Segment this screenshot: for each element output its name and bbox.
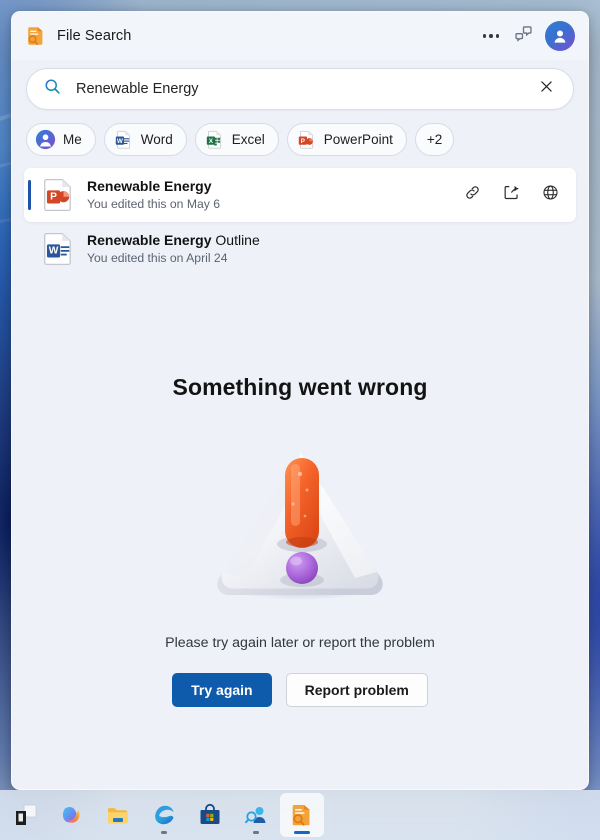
active-indicator xyxy=(294,831,310,834)
filter-chip-label: Me xyxy=(63,132,82,147)
feedback-button[interactable] xyxy=(507,21,539,51)
error-description: Please try again later or report the pro… xyxy=(165,635,435,651)
result-text: Renewable Energy You edited this on May … xyxy=(87,177,461,214)
svg-text:P: P xyxy=(301,138,305,145)
filter-chip-label: +2 xyxy=(426,132,443,147)
share-icon xyxy=(502,183,521,207)
result-actions xyxy=(461,184,564,206)
taskbar-item-copilot[interactable] xyxy=(50,793,94,837)
result-title-match: Renewable Energy xyxy=(87,177,212,194)
taskbar-item-file-search[interactable] xyxy=(280,793,324,837)
result-title: Renewable Energy xyxy=(87,177,461,195)
search-input[interactable] xyxy=(76,81,533,97)
svg-text:W: W xyxy=(49,246,59,257)
running-indicator xyxy=(161,831,167,834)
share-button[interactable] xyxy=(500,184,522,206)
filter-chip-row: Me W Word X Excel P PowerPoint +2 xyxy=(12,110,588,166)
file-search-app-icon xyxy=(289,802,315,828)
warning-triangle-3d-illustration xyxy=(205,438,395,603)
search-box[interactable] xyxy=(26,68,574,110)
powerpoint-file-icon: P xyxy=(43,178,73,212)
close-x-icon xyxy=(538,78,555,100)
taskbar-item-file-explorer[interactable] xyxy=(96,793,140,837)
filter-chip-label: Word xyxy=(140,132,173,147)
taskbar-item-start[interactable] xyxy=(4,793,48,837)
error-actions: Try again Report problem xyxy=(172,673,428,707)
filter-chip-me[interactable]: Me xyxy=(26,123,96,156)
result-text: Renewable Energy Outline You edited this… xyxy=(87,231,561,268)
filter-chip-excel[interactable]: X Excel xyxy=(194,123,279,156)
person-avatar-icon xyxy=(35,129,56,150)
file-search-window: File Search Renewable Energy Me W Word X… xyxy=(11,11,589,790)
chat-bubbles-icon xyxy=(513,23,534,49)
table-row[interactable]: P Renewable Energy You edited this on Ma… xyxy=(24,168,576,222)
search-icon xyxy=(43,77,62,101)
table-row[interactable]: W Renewable Energy Outline You edited th… xyxy=(24,222,576,276)
title-bar: File Search xyxy=(12,12,588,60)
copilot-icon xyxy=(59,802,85,828)
more-options-button[interactable] xyxy=(475,21,507,51)
taskbar-item-edge[interactable] xyxy=(142,793,186,837)
svg-text:P: P xyxy=(50,192,57,203)
result-subtitle: You edited this on May 6 xyxy=(87,196,221,211)
open-in-web-button[interactable] xyxy=(539,184,561,206)
filter-chip-label: PowerPoint xyxy=(323,132,393,147)
running-indicator xyxy=(253,831,259,834)
filter-chip-label: Excel xyxy=(231,132,265,147)
windows-start-icon xyxy=(13,802,39,828)
link-icon xyxy=(463,183,482,207)
result-title: Renewable Energy Outline xyxy=(87,231,561,249)
copy-link-button[interactable] xyxy=(461,184,483,206)
error-title: Something went wrong xyxy=(172,374,428,400)
powerpoint-presentation-icon: P xyxy=(296,129,317,150)
error-pane: Something went wrong Please try again la… xyxy=(12,276,588,789)
globe-icon xyxy=(541,183,560,207)
report-problem-button[interactable]: Report problem xyxy=(285,673,428,707)
filter-chip-more[interactable]: +2 xyxy=(414,123,455,156)
desktop: File Search Renewable Energy Me W Word X… xyxy=(0,0,600,840)
person-avatar-icon xyxy=(554,30,566,43)
app-title: File Search xyxy=(57,28,132,44)
file-search-app-icon xyxy=(25,25,47,47)
excel-spreadsheet-icon: X xyxy=(204,129,225,150)
taskbar-item-people-search[interactable] xyxy=(234,793,278,837)
word-document-icon: W xyxy=(113,129,134,150)
clear-search-button[interactable] xyxy=(533,76,559,102)
people-search-icon xyxy=(243,802,269,828)
try-again-button[interactable]: Try again xyxy=(172,673,272,707)
store-bag-icon xyxy=(197,802,223,828)
selection-indicator xyxy=(28,180,31,210)
taskbar-item-microsoft-store[interactable] xyxy=(188,793,232,837)
result-title-match: Renewable Energy xyxy=(87,231,212,248)
account-avatar[interactable] xyxy=(545,21,575,51)
svg-text:W: W xyxy=(117,138,123,145)
taskbar xyxy=(0,790,600,840)
folder-icon xyxy=(105,802,131,828)
result-title-rest: Outline xyxy=(211,231,260,248)
edge-browser-icon xyxy=(151,802,177,828)
word-file-icon: W xyxy=(43,232,73,266)
filter-chip-word[interactable]: W Word xyxy=(103,123,187,156)
filter-chip-powerpoint[interactable]: P PowerPoint xyxy=(286,123,407,156)
result-subtitle: You edited this on April 24 xyxy=(87,250,228,265)
search-area xyxy=(12,60,588,110)
search-results-list: P Renewable Energy You edited this on Ma… xyxy=(12,166,588,276)
ellipsis-icon xyxy=(482,34,500,38)
